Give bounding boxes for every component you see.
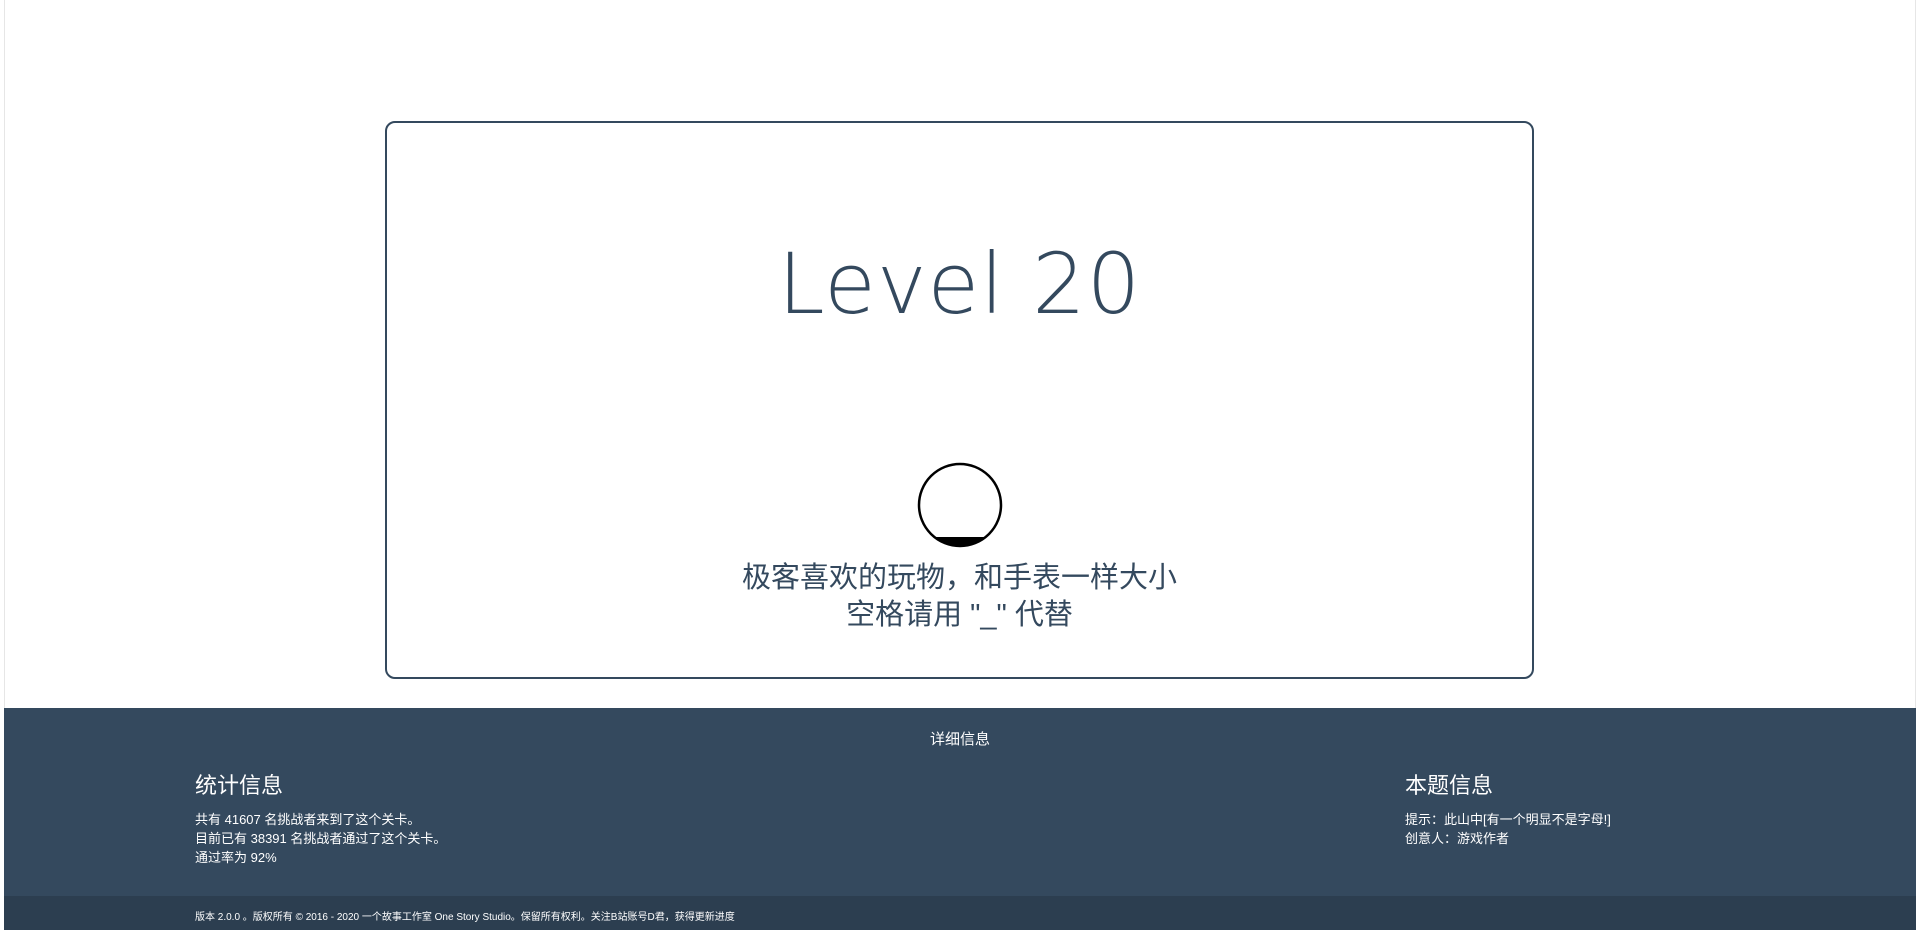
footer-details: 详细信息 统计信息 共有 41607 名挑战者来到了这个关卡。 目前已有 383…	[4, 708, 1916, 896]
question-info-section: 本题信息 提示：此山中[有一个明显不是字母!] 创意人：游戏作者	[1405, 768, 1611, 848]
hint-line-1: 极客喜欢的玩物，和手表一样大小	[741, 562, 1177, 594]
footer-heading: 详细信息	[929, 731, 990, 748]
puzzle-hint: 极客喜欢的玩物，和手表一样大小 空格请用 "_" 代替	[387, 560, 1532, 634]
copyright-bar: 版本 2.0.0 。版权所有 © 2016 - 2020 一个故事工作室 One…	[4, 896, 1916, 930]
level-title: Level 20	[777, 235, 1142, 333]
question-author: 创意人：游戏作者	[1405, 831, 1510, 846]
circle-icon	[916, 461, 1004, 549]
stats-arrived: 共有 41607 名挑战者来到了这个关卡。	[195, 812, 421, 827]
hint-line-2: 空格请用 "_" 代替	[846, 599, 1073, 631]
copyright-text: 版本 2.0.0 。版权所有 © 2016 - 2020 一个故事工作室 One…	[195, 912, 735, 923]
stats-section: 统计信息 共有 41607 名挑战者来到了这个关卡。 目前已有 38391 名挑…	[195, 768, 446, 867]
question-info-title: 本题信息	[1405, 773, 1494, 798]
stats-pass-rate: 通过率为 92%	[195, 850, 277, 865]
stats-title: 统计信息	[195, 773, 284, 798]
stats-passed: 目前已有 38391 名挑战者通过了这个关卡。	[195, 831, 447, 846]
level-card: Level 20 极客喜欢的玩物，和手表一样大小 空格请用 "_" 代替	[385, 121, 1534, 679]
question-tip: 提示：此山中[有一个明显不是字母!]	[1405, 812, 1611, 827]
